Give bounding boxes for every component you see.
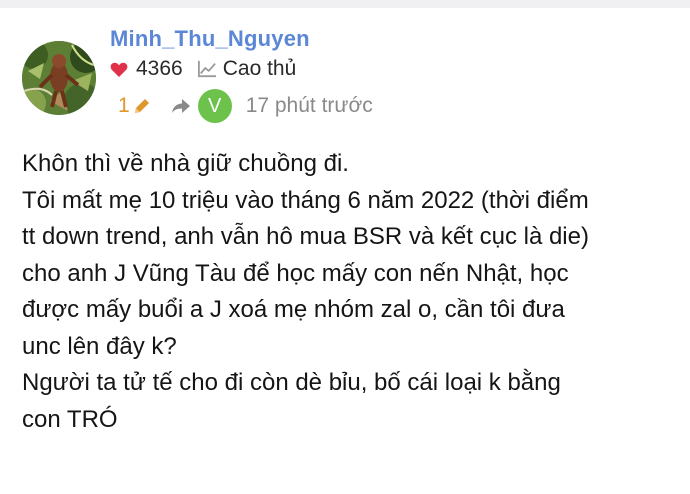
post-body-line: Tôi mất mẹ 10 triệu vào tháng 6 năm 2022… (22, 186, 589, 214)
reply-arrow-icon[interactable] (170, 97, 192, 115)
post-body-line: con TRÓ (22, 405, 118, 433)
user-rank: Cao thủ (222, 57, 297, 80)
reply-to-avatar[interactable]: V (197, 89, 232, 123)
post-body-line: được mấy buổi a J xoá mẹ nhóm zal o, cần… (22, 296, 565, 323)
trend-chart-icon (197, 60, 216, 78)
post-body-line: Người ta tử tế cho đi còn dè bỉu, bố cái… (22, 369, 561, 396)
top-strip (0, 0, 690, 8)
post-body-line: unc lên đây k? (22, 332, 177, 360)
post-meta: 1 V 17 phút trước (118, 89, 373, 123)
post-body: Khôn thì về nhà giữ chuồng đi. Tôi mất m… (22, 146, 672, 438)
avatar[interactable] (22, 41, 96, 115)
likes-count: 4366 (136, 57, 183, 80)
avatar-image (22, 41, 96, 115)
author-username[interactable]: Minh_Thu_Nguyen (110, 26, 310, 52)
post-time[interactable]: 17 phút trước (246, 94, 373, 118)
post-body-line: cho anh J Vũng Tàu để học mấy con nến Nh… (22, 259, 569, 287)
author-stats: 4366 Cao thủ (110, 57, 296, 81)
pencil-icon[interactable] (132, 96, 152, 116)
edit-count[interactable]: 1 (118, 94, 130, 118)
post-body-line: tt down trend, anh vẫn hô mua BSR và kết… (22, 223, 589, 250)
heart-icon (110, 62, 128, 77)
post-body-line: Khôn thì về nhà giữ chuồng đi. (22, 150, 349, 177)
